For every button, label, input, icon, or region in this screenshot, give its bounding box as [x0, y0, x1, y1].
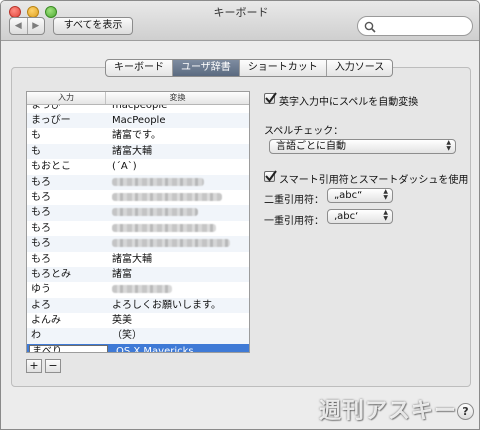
replace-cell: macpeople: [112, 105, 168, 111]
input-cell: まっぴー: [31, 105, 71, 111]
input-cell: もろ: [31, 207, 51, 219]
input-cell: も: [31, 130, 41, 142]
double-quote-value: „abc“: [334, 190, 363, 201]
table-row[interactable]: よろ よろしくお願いします。: [27, 297, 249, 314]
replace-cell: [106, 175, 249, 190]
redacted-text: [112, 177, 204, 186]
auto-spell-label: 英字入力中にスペルを自動変換: [279, 97, 419, 108]
replace-cell: 英美: [112, 315, 132, 327]
replace-cell: [106, 205, 249, 220]
table-row[interactable]: もおとこ (´A`): [27, 159, 249, 174]
input-cell: もろとみ: [31, 268, 71, 280]
input-cell: よろ: [31, 299, 51, 311]
input-cell: もろ: [31, 222, 51, 234]
replace-cell: 諸富です。: [112, 130, 161, 142]
table-row[interactable]: も 諸富大輔: [27, 143, 249, 160]
replace-cell: [106, 236, 249, 251]
table-row[interactable]: も 諸富です。: [27, 128, 249, 143]
checkmark-icon: [265, 92, 277, 104]
input-cell: もろ: [31, 176, 51, 188]
single-quote-value: ‚abc‘: [334, 211, 359, 222]
table-row[interactable]: もろ: [27, 190, 249, 205]
input-cell: もろ: [31, 253, 51, 265]
input-cell: ゆう: [31, 284, 51, 296]
redacted-text: [112, 285, 172, 294]
replace-cell: 諸富: [112, 268, 132, 280]
table-row[interactable]: もろ: [27, 221, 249, 236]
column-header-input[interactable]: 入力: [27, 92, 106, 104]
column-header-replace[interactable]: 変換: [106, 92, 249, 104]
replace-cell: MacPeople: [112, 115, 166, 126]
redacted-text: [112, 239, 230, 248]
table-header: 入力 変換: [27, 92, 249, 105]
replace-cell: 諸富大輔: [112, 145, 152, 157]
replace-cell: 諸富大輔: [112, 253, 152, 265]
tab-shortcuts[interactable]: ショートカット: [238, 60, 326, 76]
input-cell: まっぴー: [31, 115, 71, 126]
table-row[interactable]: もろ: [27, 174, 249, 190]
table-row[interactable]: もろ: [27, 205, 249, 221]
spell-check-popup[interactable]: 言語ごとに自動 ▲ ▼: [269, 139, 456, 154]
input-cell: もろ: [31, 238, 51, 250]
help-button[interactable]: ?: [457, 403, 474, 420]
user-dictionary-table[interactable]: 入力 変換 まっぴー macpeople まっぴー MacPeople も諸富です。も諸…: [26, 91, 250, 353]
spell-check-value: 言語ごとに自動: [276, 141, 346, 152]
redacted-text: [112, 223, 216, 232]
search-icon: [364, 21, 376, 33]
table-rows: まっぴー macpeople まっぴー MacPeople も諸富です。も諸富大輔 もおと…: [27, 105, 249, 353]
show-all-button[interactable]: すべてを表示: [53, 17, 133, 35]
popup-arrows-icon: ▲ ▼: [383, 188, 388, 201]
checkmark-icon: [265, 170, 277, 182]
input-cell: よんみ: [31, 315, 61, 327]
table-row[interactable]: まっぴー macpeople: [27, 105, 249, 113]
double-quote-label: 二重引用符：: [264, 195, 324, 206]
table-row[interactable]: まっぴー MacPeople: [27, 113, 249, 129]
table-row[interactable]: よんみ 英美: [27, 313, 249, 328]
forward-arrow-icon[interactable]: ▶: [26, 18, 45, 34]
single-quote-popup[interactable]: ‚abc‘ ▲ ▼: [327, 209, 393, 224]
back-arrow-icon[interactable]: ◀: [10, 18, 27, 34]
smart-quotes-checkbox[interactable]: [264, 170, 277, 182]
smart-quotes-label: スマート引用符とスマートダッシュを使用: [279, 175, 469, 186]
title-bar: キーボード ◀ ▶ すべてを表示: [1, 1, 479, 41]
replace-cell: （笑）: [112, 330, 142, 342]
replace-cell: [106, 282, 249, 297]
input-cell: もろ: [31, 191, 51, 203]
redacted-text: [112, 208, 198, 217]
spell-check-label: スペルチェック：: [264, 126, 344, 137]
tab-bar: キーボード ユーザ辞書 ショートカット 入力ソース: [105, 59, 394, 77]
auto-spell-checkbox[interactable]: [264, 92, 277, 104]
search-field[interactable]: [357, 16, 473, 36]
replace-cell: (´A`): [112, 161, 137, 173]
remove-entry-button[interactable]: −: [45, 359, 61, 373]
preferences-window: キーボード ◀ ▶ すべてを表示 キーボード ユーザ辞書 ショートカット 入力ソ…: [0, 0, 480, 430]
table-row[interactable]: ゆう: [27, 282, 249, 297]
back-forward-control: ◀ ▶: [9, 17, 45, 35]
input-cell: わ: [31, 330, 41, 342]
redacted-text: [112, 192, 222, 201]
replace-cell: よろしくお願いします。: [112, 299, 221, 311]
replace-cell: [106, 190, 249, 205]
replace-cell: [106, 221, 249, 236]
input-cell: も: [31, 145, 41, 157]
double-quote-popup[interactable]: „abc“ ▲ ▼: [327, 188, 393, 203]
table-row[interactable]: もろ: [27, 236, 249, 252]
table-row[interactable]: もろ 諸富大輔: [27, 252, 249, 267]
tab-user-dictionary[interactable]: ユーザ辞書: [172, 60, 239, 76]
add-entry-button[interactable]: +: [26, 359, 42, 373]
tab-keyboard[interactable]: キーボード: [106, 60, 172, 76]
tab-input-sources[interactable]: 入力ソース: [325, 60, 392, 76]
replace-cell: OS X Mavericks: [116, 345, 194, 353]
table-row[interactable]: まべり OS X Mavericks: [27, 343, 249, 353]
publisher-watermark: 週刊アスキー: [319, 399, 458, 424]
input-cell: もおとこ: [31, 161, 71, 173]
single-quote-label: 一重引用符：: [264, 216, 324, 227]
table-row[interactable]: もろとみ 諸富: [27, 266, 249, 283]
popup-arrows-icon: ▲ ▼: [383, 209, 388, 222]
table-row[interactable]: わ （笑）: [27, 328, 249, 344]
popup-arrows-icon: ▲ ▼: [446, 139, 451, 152]
input-cell-editing[interactable]: まべり: [29, 344, 108, 352]
